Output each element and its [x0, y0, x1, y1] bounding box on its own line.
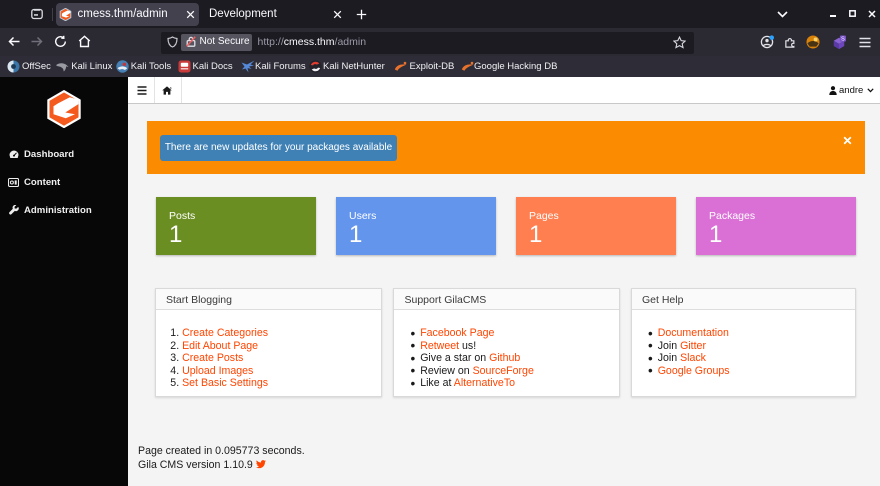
svg-text:S: S: [841, 36, 845, 42]
